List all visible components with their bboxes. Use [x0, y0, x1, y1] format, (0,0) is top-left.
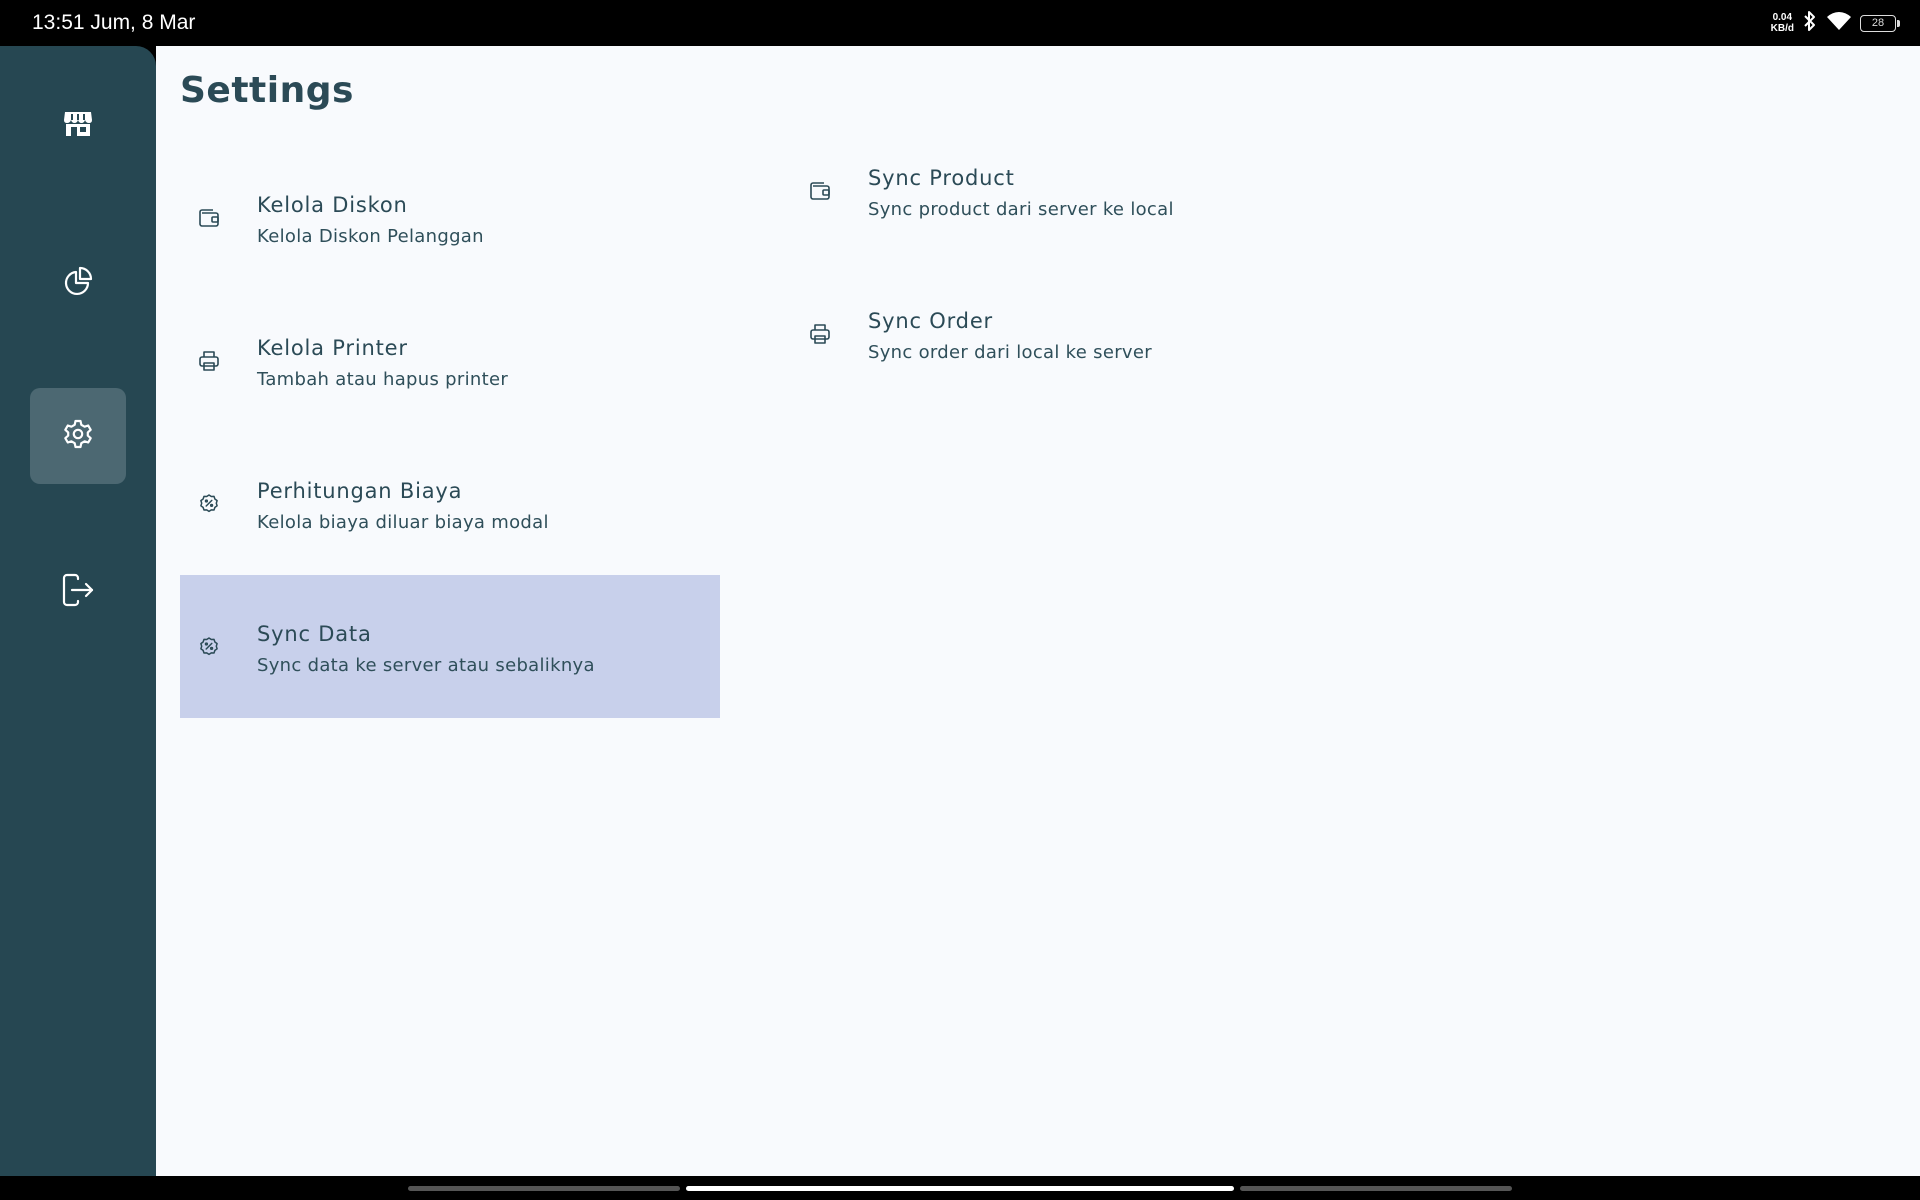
nav-pill-right [1240, 1186, 1512, 1191]
setting-title: Sync Product [868, 166, 1015, 190]
sidebar-item-store[interactable] [30, 78, 126, 174]
setting-sync-product[interactable]: Sync Product Sync product dari server ke… [791, 119, 1331, 262]
setting-subtitle: Sync product dari server ke local [868, 199, 1174, 220]
gear-icon [62, 418, 94, 454]
setting-subtitle: Sync data ke server atau sebaliknya [257, 655, 595, 676]
setting-title: Sync Order [868, 309, 993, 333]
setting-subtitle: Tambah atau hapus printer [257, 369, 509, 390]
setting-sync-data[interactable]: Sync Data Sync data ke server atau sebal… [180, 575, 720, 718]
battery-icon: 28 [1860, 14, 1900, 32]
wifi-icon [1826, 11, 1852, 35]
discount-badge-icon [197, 492, 221, 516]
printer-icon [808, 322, 832, 346]
battery-level: 28 [1871, 16, 1885, 29]
nav-home-handle[interactable] [686, 1186, 1234, 1191]
logout-icon [61, 573, 95, 611]
setting-subtitle: Kelola Diskon Pelanggan [257, 226, 484, 247]
discount-badge-icon [197, 635, 221, 659]
setting-subtitle: Kelola biaya diluar biaya modal [257, 512, 549, 533]
navigation-bar [0, 1176, 1920, 1200]
net-speed-unit: KB/d [1770, 23, 1794, 34]
setting-title: Kelola Printer [257, 336, 408, 360]
status-icons: 0.04 KB/d 28 [1771, 10, 1900, 36]
pie-chart-icon [62, 264, 94, 300]
setting-kelola-printer[interactable]: Kelola Printer Tambah atau hapus printer [180, 289, 720, 432]
bluetooth-icon [1802, 10, 1818, 36]
setting-sync-order[interactable]: Sync Order Sync order dari local ke serv… [791, 262, 1331, 405]
setting-kelola-diskon[interactable]: Kelola Diskon Kelola Diskon Pelanggan [180, 146, 720, 289]
setting-title: Kelola Diskon [257, 193, 408, 217]
page-title: Settings [180, 70, 354, 111]
setting-title: Sync Data [257, 622, 372, 646]
setting-title: Perhitungan Biaya [257, 479, 463, 503]
wallet-icon [808, 179, 832, 203]
printer-icon [197, 349, 221, 373]
net-speed: 0.04 KB/d [1771, 12, 1794, 34]
wallet-icon [197, 206, 221, 230]
status-bar: 13:51 Jum, 8 Mar 0.04 KB/d 28 [0, 0, 1920, 46]
store-icon [62, 108, 94, 144]
sidebar-item-settings[interactable] [30, 388, 126, 484]
status-time: 13:51 Jum, 8 Mar [32, 11, 196, 34]
nav-pill-left [408, 1186, 680, 1191]
net-speed-value: 0.04 [1772, 12, 1793, 23]
sidebar-item-logout[interactable] [30, 544, 126, 640]
sidebar [0, 46, 156, 1176]
setting-subtitle: Sync order dari local ke server [868, 342, 1152, 363]
sidebar-item-report[interactable] [30, 234, 126, 330]
main-content: Settings Kelola Diskon Kelola Diskon Pel… [156, 46, 1920, 1176]
setting-perhitungan-biaya[interactable]: Perhitungan Biaya Kelola biaya diluar bi… [180, 432, 720, 575]
